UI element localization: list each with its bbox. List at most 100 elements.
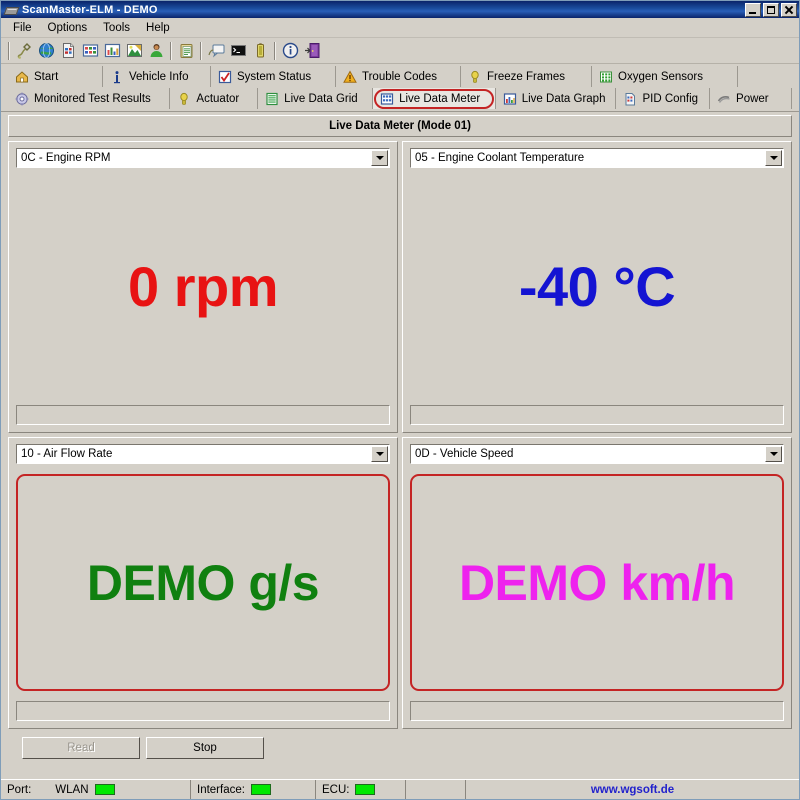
- bar-chart-icon: [104, 42, 121, 59]
- meter-grid: 0C - Engine RPM 0 rpm 05 - Engine Coolan…: [8, 141, 792, 729]
- pid-select-1[interactable]: 0C - Engine RPM: [16, 148, 390, 168]
- tab-underline: [1, 109, 799, 112]
- globe-icon: [38, 42, 55, 59]
- toolbar-button-data-graph[interactable]: [101, 40, 123, 62]
- application-window: ScanMaster-ELM - DEMO File Options Tools…: [0, 0, 800, 800]
- pid-select-3[interactable]: 10 - Air Flow Rate: [16, 444, 390, 464]
- page-title: Live Data Meter (Mode 01): [8, 115, 792, 137]
- tab-row-primary: Start Vehicle Info: [8, 66, 792, 87]
- stop-button[interactable]: Stop: [146, 737, 264, 759]
- tab-actuator[interactable]: Actuator: [170, 88, 258, 109]
- titlebar: ScanMaster-ELM - DEMO: [1, 1, 799, 18]
- toolbar-button-user[interactable]: [145, 40, 167, 62]
- tab-live-data-graph-label: Live Data Graph: [522, 93, 606, 105]
- meter-value-area-4: DEMO km/h: [410, 464, 784, 701]
- tab-start[interactable]: Start: [8, 66, 103, 87]
- tab-system-status[interactable]: System Status: [211, 66, 336, 87]
- ecu-status-led: [355, 784, 375, 795]
- tab-power[interactable]: Power: [710, 88, 792, 109]
- chevron-down-icon[interactable]: [765, 150, 782, 166]
- house-icon: [15, 70, 29, 84]
- toolbar-button-data-grid[interactable]: [79, 40, 101, 62]
- exit-door-icon: [304, 42, 321, 59]
- port-status-led: [95, 784, 115, 795]
- read-button[interactable]: Read: [22, 737, 140, 759]
- chevron-down-icon[interactable]: [371, 446, 388, 462]
- toolbar-button-report[interactable]: [57, 40, 79, 62]
- toolbar-button-clipboard[interactable]: [175, 40, 197, 62]
- toolbar-button-battery[interactable]: [249, 40, 271, 62]
- status-port-label: Port:: [7, 784, 31, 796]
- meter-value-4: DEMO km/h: [459, 558, 735, 608]
- gear-icon: [15, 92, 29, 106]
- status-spacer: [406, 780, 466, 799]
- actuator-icon: [177, 92, 191, 106]
- meter-panel-3: 10 - Air Flow Rate DEMO g/s: [8, 437, 398, 729]
- tab-freeze-frames[interactable]: Freeze Frames: [461, 66, 592, 87]
- tab-trouble-codes-label: Trouble Codes: [362, 71, 437, 83]
- chat-balloon-icon: [208, 42, 225, 59]
- tab-oxygen-sensors[interactable]: Oxygen Sensors: [592, 66, 738, 87]
- menu-item-help[interactable]: Help: [138, 20, 178, 36]
- tab-monitored-test-results-label: Monitored Test Results: [34, 93, 151, 105]
- warning-triangle-icon: [343, 70, 357, 84]
- menu-item-file[interactable]: File: [5, 20, 40, 36]
- meter-value-area-2: -40 °C: [410, 168, 784, 405]
- maximize-button[interactable]: [763, 3, 779, 17]
- tab-pid-config[interactable]: PID Config: [616, 88, 710, 109]
- tab-vehicle-info-label: Vehicle Info: [129, 71, 188, 83]
- close-button[interactable]: [781, 3, 797, 17]
- pid-select-3-value: 10 - Air Flow Rate: [21, 448, 112, 460]
- pid-select-2[interactable]: 05 - Engine Coolant Temperature: [410, 148, 784, 168]
- website-link[interactable]: www.wgsoft.de: [591, 784, 674, 796]
- tab-live-data-graph[interactable]: Live Data Graph: [496, 88, 617, 109]
- tab-live-data-meter[interactable]: Live Data Meter: [373, 88, 496, 109]
- meter-value-area-1: 0 rpm: [16, 168, 390, 405]
- pid-config-icon: [623, 92, 637, 106]
- image-icon: [126, 42, 143, 59]
- chip-icon: [4, 3, 18, 16]
- chevron-down-icon[interactable]: [371, 150, 388, 166]
- toolbar: [1, 38, 799, 64]
- chevron-down-icon[interactable]: [765, 446, 782, 462]
- menu-item-options[interactable]: Options: [40, 20, 96, 36]
- chart-icon: [503, 92, 517, 106]
- tab-live-data-meter-label: Live Data Meter: [399, 93, 480, 105]
- toolbar-button-connect[interactable]: [13, 40, 35, 62]
- tab-row-secondary: Monitored Test Results Actuator: [8, 88, 792, 109]
- tab-freeze-frames-label: Freeze Frames: [487, 71, 565, 83]
- tab-vehicle-info[interactable]: Vehicle Info: [103, 66, 211, 87]
- meter-value-1: 0 rpm: [128, 259, 278, 315]
- toolbar-button-screenshot[interactable]: [123, 40, 145, 62]
- tab-system-status-label: System Status: [237, 71, 311, 83]
- tab-trouble-codes[interactable]: Trouble Codes: [336, 66, 461, 87]
- toolbar-separator: [200, 42, 202, 60]
- battery-icon: [252, 42, 269, 59]
- clipboard-icon: [178, 42, 195, 59]
- menu-item-tools[interactable]: Tools: [95, 20, 138, 36]
- report-document-icon: [60, 42, 77, 59]
- toolbar-button-about[interactable]: [279, 40, 301, 62]
- action-buttons: Read Stop: [22, 737, 792, 759]
- tab-monitored-test-results[interactable]: Monitored Test Results: [8, 88, 170, 109]
- toolbar-button-web[interactable]: [35, 40, 57, 62]
- status-website: www.wgsoft.de: [466, 780, 799, 799]
- terminal-icon: [230, 42, 247, 59]
- minimize-button[interactable]: [745, 3, 761, 17]
- info-icon: [282, 42, 299, 59]
- toolbar-button-comment[interactable]: [205, 40, 227, 62]
- pid-select-4[interactable]: 0D - Vehicle Speed: [410, 444, 784, 464]
- toolbar-button-exit[interactable]: [301, 40, 323, 62]
- snowflake-bulb-icon: [468, 70, 482, 84]
- info-pillar-icon: [110, 70, 124, 84]
- toolbar-button-terminal[interactable]: [227, 40, 249, 62]
- meter-value-3: DEMO g/s: [87, 558, 319, 608]
- status-interface: Interface:: [191, 780, 316, 799]
- toolbar-separator: [274, 42, 276, 60]
- list-green-icon: [265, 92, 279, 106]
- status-bar: Port: WLAN Interface: ECU: www.wgsoft.de: [1, 779, 799, 799]
- meter-panel-4: 0D - Vehicle Speed DEMO km/h: [402, 437, 792, 729]
- tab-live-data-grid[interactable]: Live Data Grid: [258, 88, 373, 109]
- tab-oxygen-sensors-label: Oxygen Sensors: [618, 71, 703, 83]
- pid-select-1-value: 0C - Engine RPM: [21, 152, 110, 164]
